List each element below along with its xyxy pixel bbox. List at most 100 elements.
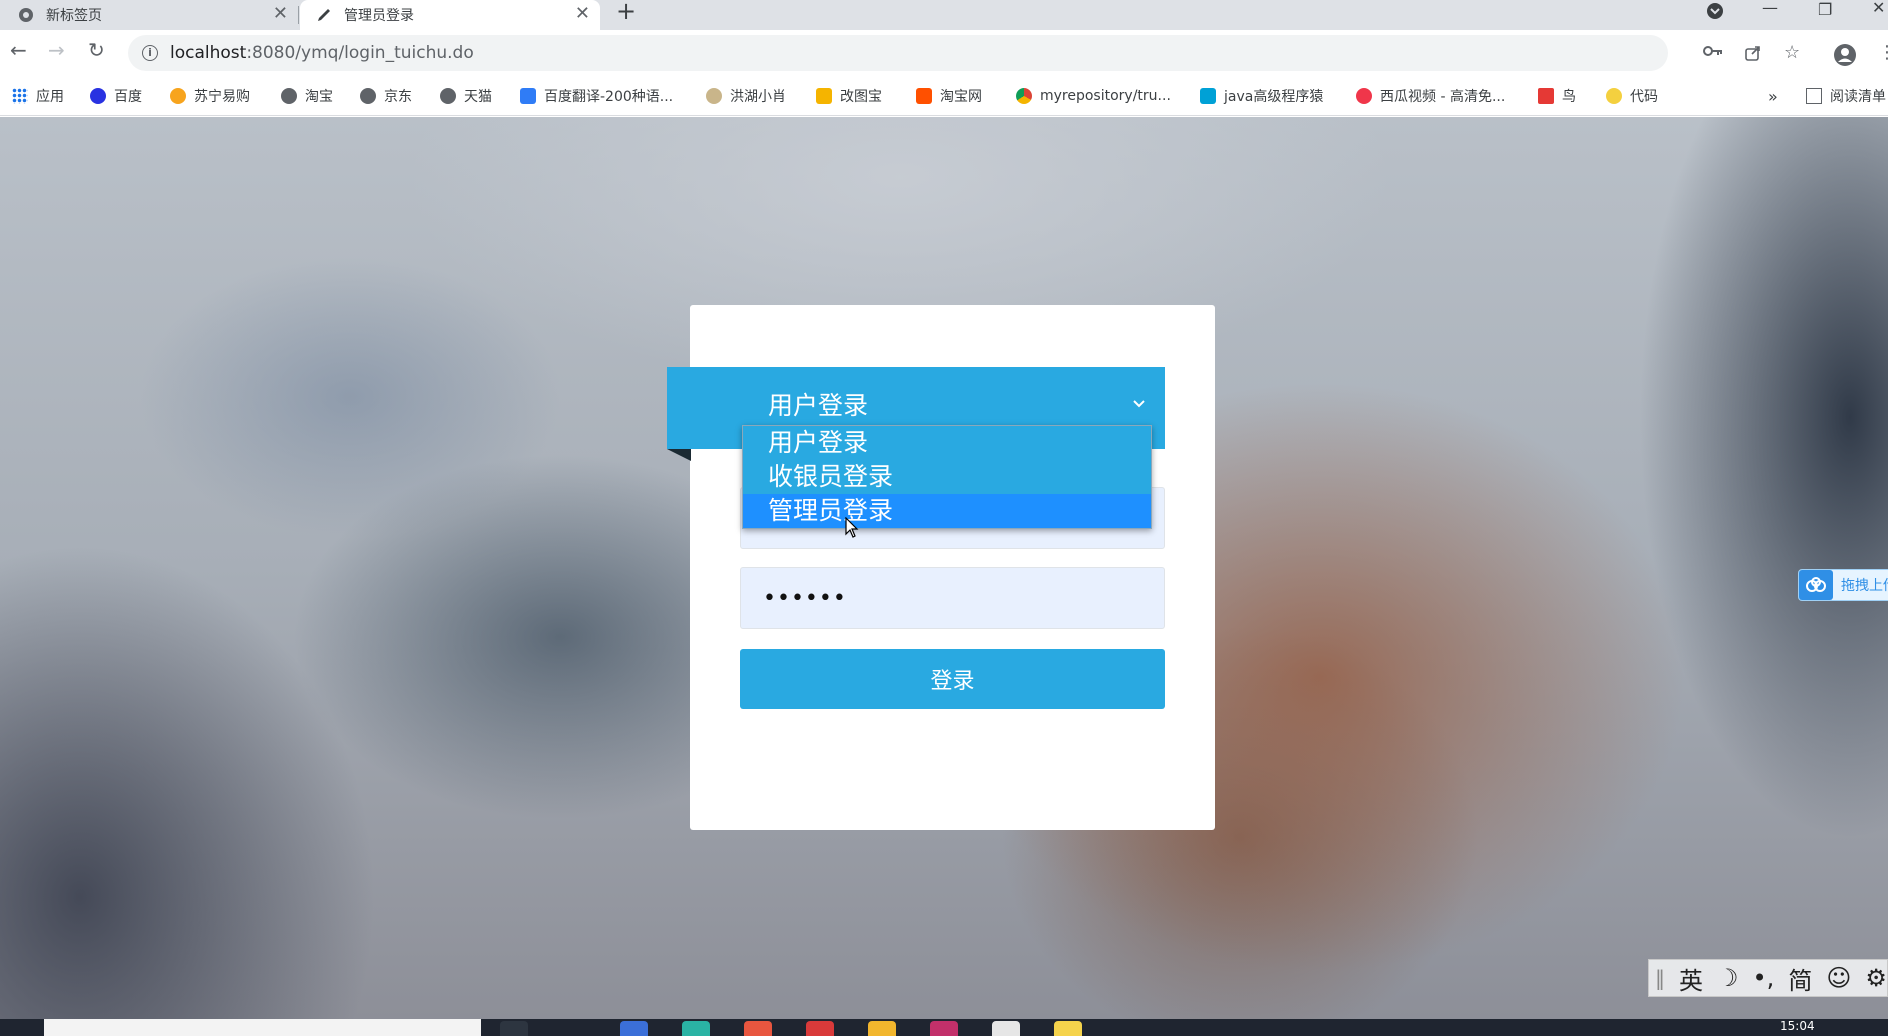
baidu-netdisk-widget[interactable]: 拖拽上传	[1798, 569, 1888, 601]
option-cashier-login[interactable]: 收银员登录	[743, 460, 1151, 494]
forward-icon[interactable]: →	[48, 40, 65, 60]
bookmark-myrepository[interactable]: myrepository/tru...	[1016, 86, 1171, 106]
taskbar-app-icon[interactable]	[620, 1021, 648, 1036]
site-info-icon[interactable]: i	[142, 45, 158, 61]
bookmark-taobao-net[interactable]: 淘宝网	[916, 86, 982, 106]
chrome-icon	[18, 7, 34, 23]
bookmark-xigua[interactable]: 西瓜视频 - 高清免...	[1356, 86, 1505, 106]
translate-icon	[520, 88, 536, 104]
option-user-login[interactable]: 用户登录	[743, 426, 1151, 460]
bookmark-java[interactable]: java高级程序猿	[1200, 86, 1323, 106]
suning-icon	[170, 88, 186, 104]
bookmark-label: 天猫	[464, 89, 492, 105]
chevron-down-icon	[1133, 400, 1145, 408]
address-bar[interactable]: i localhost:8080/ymq/login_tuichu.do	[128, 35, 1668, 71]
bookmark-code[interactable]: 代码	[1606, 86, 1658, 106]
share-icon[interactable]	[1744, 44, 1762, 66]
punctuation-toggle[interactable]: •,	[1753, 964, 1775, 992]
taskbar-app-icon[interactable]	[930, 1021, 958, 1036]
tab-new-tab[interactable]: 新标签页 ✕	[0, 0, 298, 30]
bookmark-apps[interactable]: 应用	[12, 86, 64, 106]
tab-admin-login[interactable]: 管理员登录 ✕	[300, 0, 600, 30]
password-field[interactable]: ••••••	[740, 567, 1165, 629]
baidu-widget-label: 拖拽上传	[1841, 578, 1888, 594]
login-button[interactable]: 登录	[740, 649, 1165, 709]
chrome-icon	[1016, 88, 1032, 104]
bookmark-label: 鸟	[1562, 89, 1576, 105]
bookmark-baidu-translate[interactable]: 百度翻译-200种语...	[520, 86, 673, 106]
bookmark-label: 淘宝网	[940, 89, 982, 105]
close-tab-icon[interactable]: ✕	[575, 5, 590, 23]
moon-icon[interactable]: ☽	[1717, 964, 1739, 992]
taskbar-app-icon[interactable]	[1054, 1021, 1082, 1036]
tab-strip: 新标签页 ✕ 管理员登录 ✕ + — ❐ ✕	[0, 0, 1888, 30]
bookmark-label: 淘宝	[305, 89, 333, 105]
taskbar-app-icon[interactable]	[682, 1021, 710, 1036]
emoji-icon[interactable]: ☺	[1826, 964, 1851, 992]
minimize-icon[interactable]: —	[1762, 0, 1778, 17]
bookmark-label: java高级程序猿	[1224, 89, 1324, 105]
tab-title: 管理员登录	[344, 8, 414, 24]
taobao-icon	[916, 88, 932, 104]
clock-time[interactable]: 15:04	[1780, 1019, 1815, 1033]
bookmark-jd[interactable]: 京东	[360, 86, 412, 106]
new-tab-button[interactable]: +	[616, 0, 636, 23]
bookmark-star-icon[interactable]: ☆	[1784, 44, 1800, 62]
ribbon-fold	[667, 449, 691, 461]
menu-kebab-icon[interactable]: ⋮	[1878, 44, 1888, 62]
profile-icon[interactable]	[1834, 44, 1856, 70]
bookmark-baidu[interactable]: 百度	[90, 86, 142, 106]
bookmark-suning[interactable]: 苏宁易购	[170, 86, 250, 106]
globe-icon	[440, 88, 456, 104]
simplified-toggle[interactable]: 简	[1788, 961, 1812, 996]
chrome-taskbar-icon[interactable]	[806, 1021, 834, 1036]
bookmark-honghu[interactable]: 洪湖小肖	[706, 86, 786, 106]
reload-icon[interactable]: ↻	[88, 40, 105, 60]
back-icon[interactable]: ←	[10, 40, 27, 60]
close-tab-icon[interactable]: ✕	[273, 5, 288, 23]
option-admin-login[interactable]: 管理员登录	[743, 494, 1151, 528]
bookmark-label: myrepository/tru...	[1040, 88, 1171, 104]
bookmark-label: 苏宁易购	[194, 89, 250, 105]
gear-icon[interactable]: ⚙	[1865, 964, 1887, 992]
globe-icon	[281, 88, 297, 104]
taskbar-app-icon[interactable]	[992, 1021, 1020, 1036]
restore-icon[interactable]: ❐	[1818, 0, 1832, 19]
login-type-dropdown: 用户登录 收银员登录 管理员登录	[742, 425, 1152, 529]
page-background: 用户登录 •••••• 登录 用户登录 收银员登录 管理员登录 拖拽上传 ‖ 英…	[0, 117, 1888, 1019]
taskbar-app-icon[interactable]	[744, 1021, 772, 1036]
bookmark-gaitubao[interactable]: 改图宝	[816, 86, 882, 106]
tab-title: 新标签页	[46, 8, 102, 24]
bookmark-label: 代码	[1630, 89, 1658, 105]
bookmark-label: 百度翻译-200种语...	[544, 89, 674, 105]
code-icon	[1606, 88, 1622, 104]
ime-toolbar: ‖ 英 ☽ •, 简 ☺ ⚙	[1648, 959, 1888, 997]
bookmark-label: 百度	[114, 89, 142, 105]
bird-icon	[1538, 88, 1554, 104]
more-bookmarks-button[interactable]: »	[1768, 86, 1778, 106]
apps-grid-icon	[12, 88, 28, 104]
mouse-cursor-icon	[845, 517, 859, 538]
browser-toolbar: ← → ↻ i localhost:8080/ymq/login_tuichu.…	[0, 30, 1888, 76]
folder-taskbar-icon[interactable]	[868, 1021, 896, 1036]
url-host: localhost	[170, 43, 247, 63]
windows-taskbar: 15:04	[0, 1019, 1888, 1036]
bookmark-label: 洪湖小肖	[730, 89, 786, 105]
pen-icon	[316, 7, 332, 23]
taskbar-app-icon[interactable]	[500, 1021, 528, 1036]
close-window-icon[interactable]: ✕	[1872, 0, 1885, 17]
bookmark-taobao[interactable]: 淘宝	[281, 86, 333, 106]
reading-list-button[interactable]: 阅读清单	[1806, 86, 1886, 106]
taskbar-search-box[interactable]	[44, 1019, 481, 1036]
xigua-icon	[1356, 88, 1372, 104]
baidu-paw-icon	[90, 88, 106, 104]
key-icon[interactable]	[1703, 44, 1723, 62]
reading-list-label: 阅读清单	[1830, 89, 1886, 105]
ime-lang-toggle[interactable]: 英	[1679, 961, 1703, 996]
bookmark-tmall[interactable]: 天猫	[440, 86, 492, 106]
tab-search-icon[interactable]	[1706, 2, 1724, 24]
folder-icon	[816, 88, 832, 104]
ime-handle-icon[interactable]: ‖	[1655, 966, 1665, 990]
login-type-value: 用户登录	[768, 391, 869, 420]
bookmark-bird[interactable]: 鸟	[1538, 86, 1576, 106]
